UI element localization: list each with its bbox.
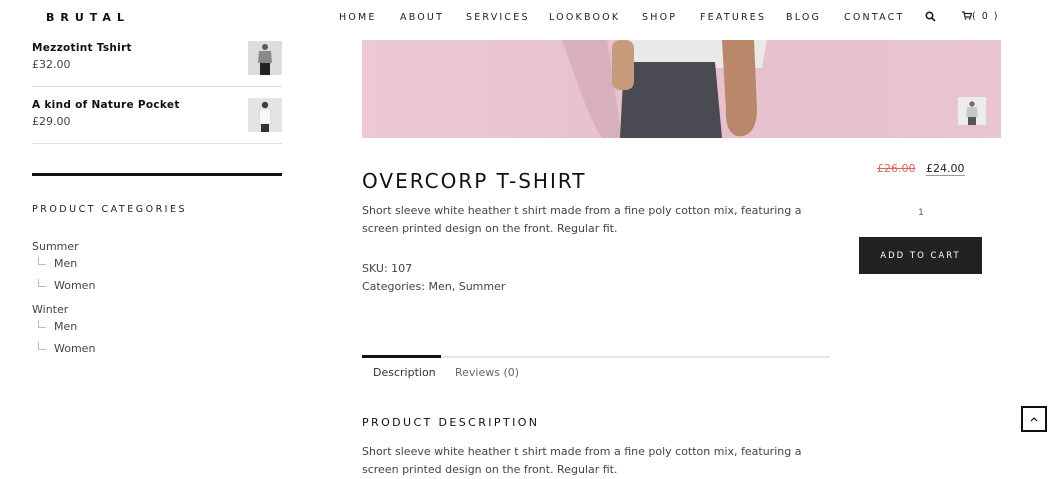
nav-blog[interactable]: BLOG xyxy=(786,12,821,23)
tree-branch-icon xyxy=(38,320,46,328)
product-sku: SKU: 107 xyxy=(362,262,413,275)
sidebar-product-thumbnail[interactable] xyxy=(248,41,282,75)
nav-contact[interactable]: CONTACT xyxy=(844,12,904,23)
product-image xyxy=(248,41,282,75)
section-divider xyxy=(32,173,282,176)
description-text: Short sleeve white heather t shirt made … xyxy=(362,445,802,476)
cart-button[interactable]: ( 0 ) xyxy=(962,11,999,22)
cart-icon xyxy=(962,11,973,20)
sale-price: £24.00 xyxy=(926,162,965,176)
active-tab-indicator xyxy=(362,355,441,358)
subcategory-link[interactable]: Men xyxy=(54,320,77,333)
subcategory-link[interactable]: Men xyxy=(54,257,77,270)
nav-services[interactable]: SERVICES xyxy=(466,12,530,23)
tab-reviews[interactable]: Reviews (0) xyxy=(455,366,519,379)
search-icon[interactable] xyxy=(925,11,936,22)
divider xyxy=(32,86,282,87)
nav-shop[interactable]: SHOP xyxy=(642,12,677,23)
nav-lookbook[interactable]: LOOKBOOK xyxy=(549,12,620,23)
chevron-up-icon xyxy=(1030,416,1038,421)
gallery-thumbnail[interactable] xyxy=(958,97,986,125)
sidebar-product-name[interactable]: A kind of Nature Pocket xyxy=(32,99,180,111)
subcategory-link[interactable]: Women xyxy=(54,279,95,292)
product-gallery-image[interactable] xyxy=(362,40,1001,138)
product-categories: Categories: Men, Summer xyxy=(362,280,506,293)
description-heading: PRODUCT DESCRIPTION xyxy=(362,416,540,429)
sidebar-product-name[interactable]: Mezzotint Tshirt xyxy=(32,42,132,54)
site-logo[interactable]: BRUTAL xyxy=(46,11,130,24)
product-image xyxy=(248,98,282,132)
subcategory-link[interactable]: Women xyxy=(54,342,95,355)
product-title: OVERCORP T-SHIRT xyxy=(362,169,587,193)
original-price: £26.00 xyxy=(877,162,916,175)
sidebar-product-thumbnail[interactable] xyxy=(248,98,282,132)
divider xyxy=(32,143,282,144)
nav-features[interactable]: FEATURES xyxy=(700,12,766,23)
tab-description[interactable]: Description xyxy=(373,366,436,379)
tree-branch-icon xyxy=(38,257,46,265)
product-short-description: Short sleeve white heather t shirt made … xyxy=(362,204,802,235)
nav-home[interactable]: HOME xyxy=(339,12,377,23)
nav-about[interactable]: ABOUT xyxy=(400,12,444,23)
tree-branch-icon xyxy=(38,342,46,350)
thumbnail-image xyxy=(958,97,986,125)
model-photo xyxy=(362,40,1001,138)
tree-branch-icon xyxy=(38,279,46,287)
categories-heading: PRODUCT CATEGORIES xyxy=(32,204,188,215)
category-link[interactable]: Winter xyxy=(32,303,68,316)
quantity-input[interactable]: 1 xyxy=(905,208,937,218)
sidebar-product-price: £29.00 xyxy=(32,115,71,128)
scroll-to-top-button[interactable] xyxy=(1021,406,1047,432)
cart-count: ( 0 ) xyxy=(972,11,999,22)
add-to-cart-button[interactable]: ADD TO CART xyxy=(859,237,982,274)
category-link[interactable]: Summer xyxy=(32,240,79,253)
sidebar-product-price: £32.00 xyxy=(32,58,71,71)
